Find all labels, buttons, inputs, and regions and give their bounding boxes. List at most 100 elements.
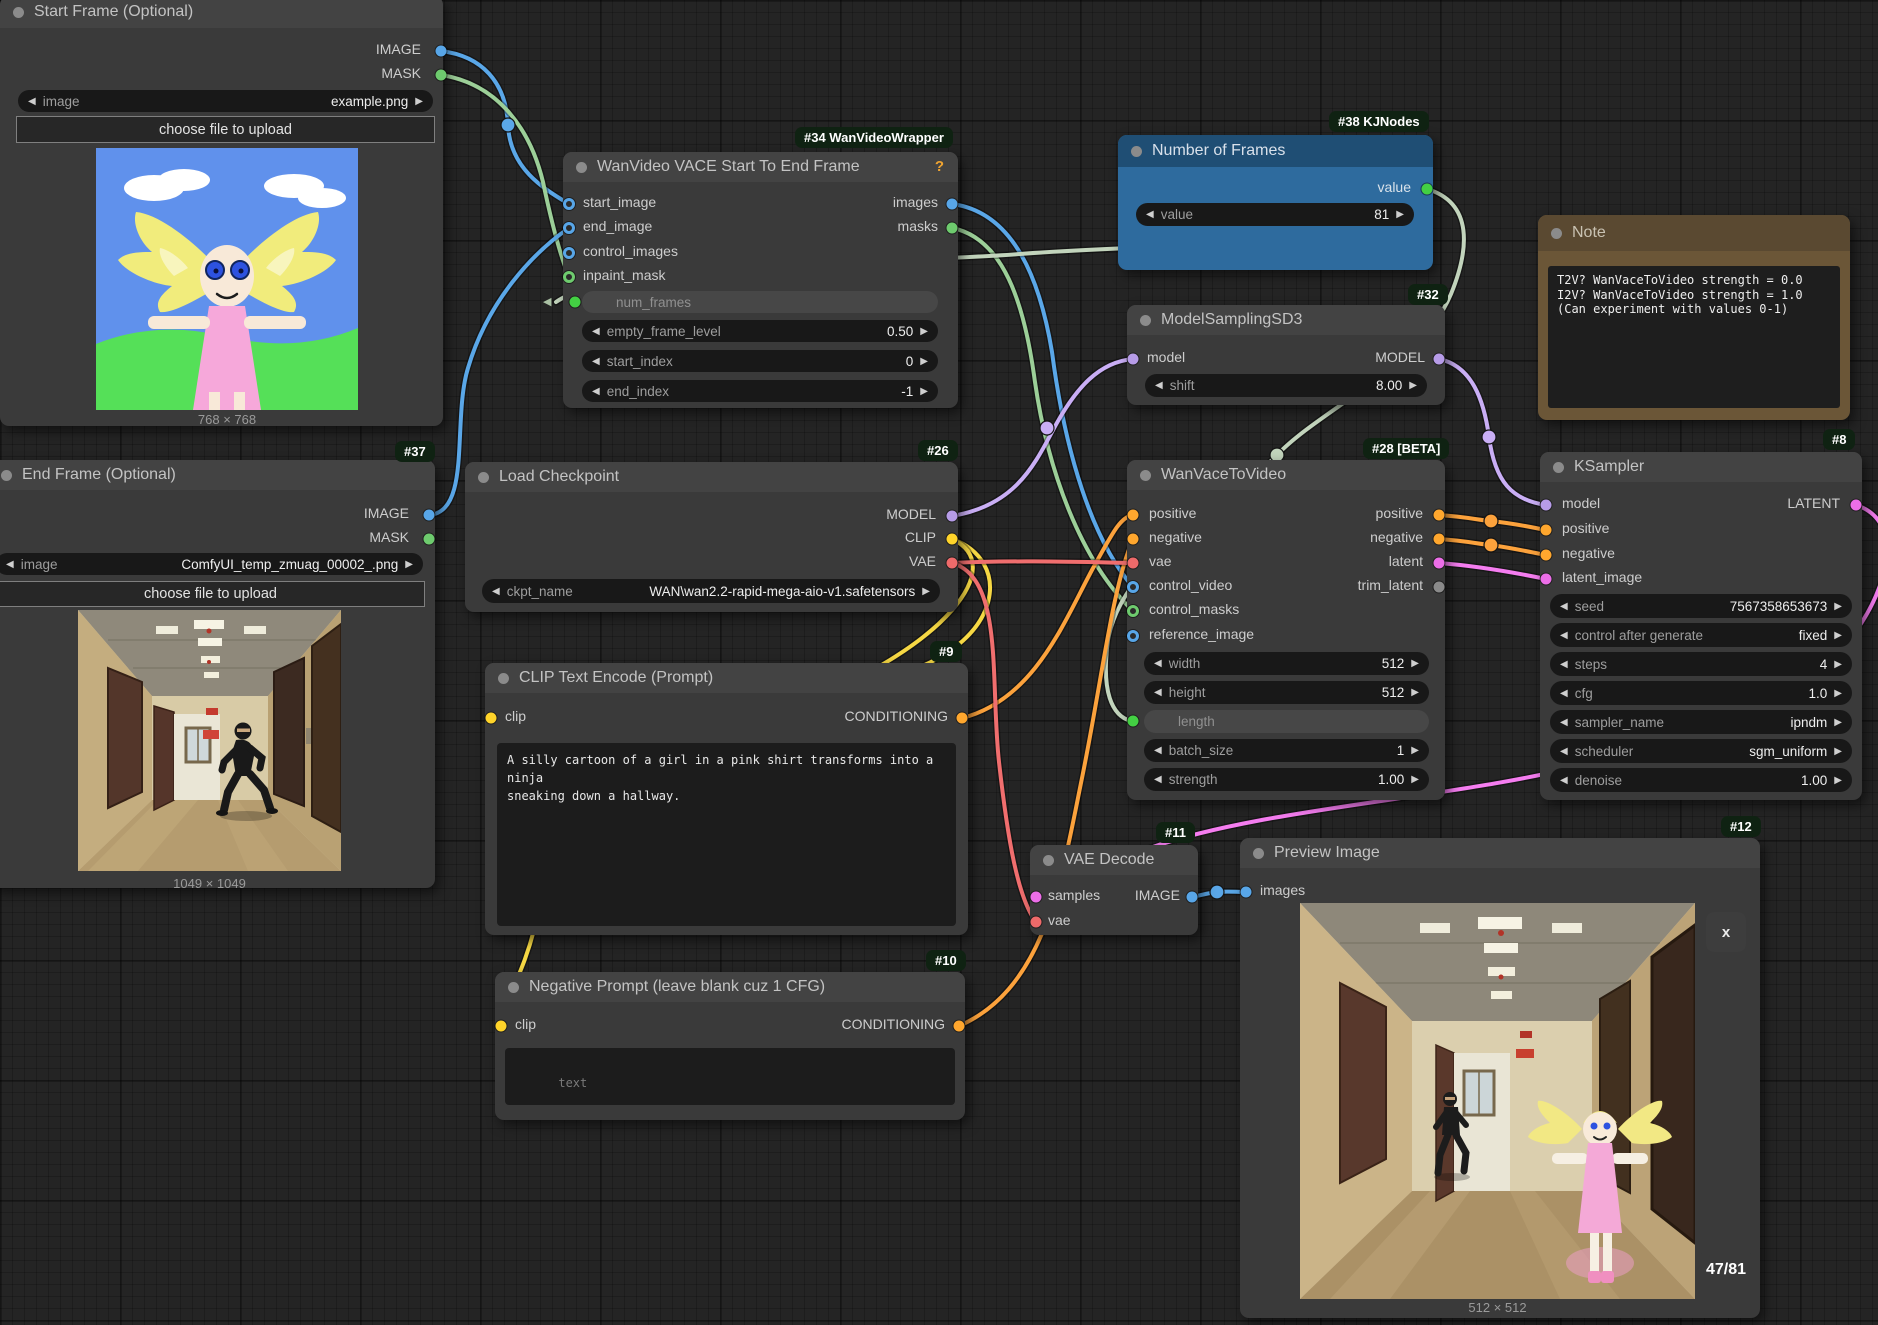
input-port-negative[interactable]: [1128, 534, 1139, 545]
node-end-frame[interactable]: End Frame (Optional) IMAGE MASK ◀ image …: [0, 460, 435, 888]
strength-widget[interactable]: ◀ strength 1.00 ▶: [1144, 768, 1429, 791]
note-text[interactable]: T2V? WanVaceToVideo strength = 0.0 I2V? …: [1548, 266, 1840, 408]
node-header[interactable]: Note: [1538, 215, 1850, 251]
num-frames-converted-widget[interactable]: num_frames: [582, 291, 938, 313]
node-load-checkpoint[interactable]: Load Checkpoint MODEL CLIP VAE ◀ ckpt_na…: [465, 462, 958, 612]
prev-arrow-icon[interactable]: ◀: [1560, 659, 1568, 670]
output-port-mask[interactable]: [436, 70, 447, 81]
node-note[interactable]: Note T2V? WanVaceToVideo strength = 0.0 …: [1538, 215, 1850, 420]
length-converted-widget[interactable]: length: [1144, 710, 1429, 733]
choose-file-button[interactable]: choose file to upload: [16, 116, 435, 143]
end-index-widget[interactable]: ◀ end_index -1 ▶: [582, 380, 938, 402]
preview-result-image[interactable]: [1300, 903, 1695, 1299]
prev-arrow-icon[interactable]: ◀: [28, 96, 36, 107]
next-arrow-icon[interactable]: ▶: [920, 326, 928, 337]
collapse-dot-icon[interactable]: [1253, 848, 1264, 859]
input-port-inpaint-mask[interactable]: [563, 271, 575, 283]
node-clip-text-encode[interactable]: CLIP Text Encode (Prompt) clip CONDITION…: [485, 663, 968, 935]
next-arrow-icon[interactable]: ▶: [1834, 775, 1842, 786]
collapse-dot-icon[interactable]: [1551, 228, 1562, 239]
output-port-trim-latent[interactable]: [1434, 582, 1445, 593]
input-port-positive[interactable]: [1541, 525, 1552, 536]
output-port-model[interactable]: [1434, 354, 1445, 365]
collapse-dot-icon[interactable]: [1131, 146, 1142, 157]
next-arrow-icon[interactable]: ▶: [920, 386, 928, 397]
reroute-dot[interactable]: [501, 118, 515, 132]
input-port-samples[interactable]: [1031, 892, 1042, 903]
cfg-widget[interactable]: ◀ cfg 1.0 ▶: [1550, 681, 1852, 705]
prev-arrow-icon[interactable]: ◀: [1154, 687, 1162, 698]
node-number-of-frames[interactable]: Number of Frames value ◀ value 81 ▶: [1118, 135, 1433, 270]
output-port-model[interactable]: [947, 511, 958, 522]
node-preview-image[interactable]: Preview Image images: [1240, 838, 1760, 1318]
collapse-dot-icon[interactable]: [1140, 470, 1151, 481]
reroute-dot[interactable]: [1482, 430, 1496, 444]
output-port-latent[interactable]: [1851, 500, 1862, 511]
collapse-dot-icon[interactable]: [1140, 315, 1151, 326]
node-vae-decode[interactable]: VAE Decode samples IMAGE vae: [1030, 845, 1198, 935]
reroute-dot[interactable]: [1210, 885, 1224, 899]
value-widget[interactable]: ◀ value 81 ▶: [1136, 203, 1414, 226]
collapse-dot-icon[interactable]: [1043, 855, 1054, 866]
input-port-reference-image[interactable]: [1127, 630, 1139, 642]
denoise-widget[interactable]: ◀ denoise 1.00 ▶: [1550, 768, 1852, 792]
next-arrow-icon[interactable]: ▶: [415, 96, 423, 107]
input-port-start-image[interactable]: [563, 198, 575, 210]
ckpt-name-widget[interactable]: ◀ ckpt_name WAN\wan2.2-rapid-mega-aio-v1…: [482, 579, 940, 603]
output-port-masks[interactable]: [947, 223, 958, 234]
reroute-dot[interactable]: [1040, 421, 1054, 435]
input-port-images[interactable]: [1241, 887, 1252, 898]
output-port-value[interactable]: [1422, 184, 1433, 195]
collapse-dot-icon[interactable]: [508, 982, 519, 993]
empty-frame-level-widget[interactable]: ◀ empty_frame_level 0.50 ▶: [582, 320, 938, 342]
input-port-control-masks[interactable]: [1127, 605, 1139, 617]
prev-arrow-icon[interactable]: ◀: [1560, 601, 1568, 612]
node-wanvace-to-video[interactable]: WanVaceToVideo positive negative vae con…: [1127, 460, 1445, 800]
input-port-model[interactable]: [1541, 500, 1552, 511]
node-header[interactable]: CLIP Text Encode (Prompt): [485, 663, 968, 693]
output-port-image[interactable]: [1187, 892, 1198, 903]
input-port-num-frames[interactable]: [570, 297, 581, 308]
comfyui-canvas[interactable]: Start Frame (Optional) IMAGE MASK ◀ imag…: [0, 0, 1878, 1325]
width-widget[interactable]: ◀ width 512 ▶: [1144, 652, 1429, 675]
output-port-images[interactable]: [947, 199, 958, 210]
node-header[interactable]: Preview Image: [1240, 838, 1760, 868]
output-port-latent[interactable]: [1434, 558, 1445, 569]
prev-arrow-icon[interactable]: ◀: [1146, 209, 1154, 220]
negative-textarea[interactable]: text: [505, 1048, 955, 1105]
next-arrow-icon[interactable]: ▶: [405, 559, 413, 570]
scheduler-widget[interactable]: ◀ scheduler sgm_uniform ▶: [1550, 739, 1852, 763]
prev-arrow-icon[interactable]: ◀: [1154, 745, 1162, 756]
prev-arrow-icon[interactable]: ◀: [492, 586, 500, 597]
next-arrow-icon[interactable]: ▶: [1411, 774, 1419, 785]
output-port-image[interactable]: [424, 510, 435, 521]
help-icon[interactable]: ?: [935, 158, 944, 175]
next-arrow-icon[interactable]: ▶: [1411, 745, 1419, 756]
node-header[interactable]: WanVaceToVideo: [1127, 460, 1445, 490]
collapse-dot-icon[interactable]: [478, 472, 489, 483]
node-wanvideo-vace[interactable]: WanVideo VACE Start To End Frame ? start…: [563, 152, 958, 408]
node-header[interactable]: ModelSamplingSD3: [1127, 305, 1445, 335]
node-model-sampling-sd3[interactable]: ModelSamplingSD3 model MODEL ◀ shift 8.0…: [1127, 305, 1445, 405]
prev-arrow-icon[interactable]: ◀: [1560, 688, 1568, 699]
output-port-image[interactable]: [436, 46, 447, 57]
collapse-dot-icon[interactable]: [498, 673, 509, 684]
next-arrow-icon[interactable]: ▶: [1834, 688, 1842, 699]
input-port-latent-image[interactable]: [1541, 574, 1552, 585]
node-header[interactable]: Number of Frames: [1118, 135, 1433, 167]
output-port-clip[interactable]: [947, 534, 958, 545]
node-header[interactable]: WanVideo VACE Start To End Frame: [563, 152, 958, 182]
collapse-dot-icon[interactable]: [576, 162, 587, 173]
output-port-mask[interactable]: [424, 534, 435, 545]
node-header[interactable]: End Frame (Optional): [0, 460, 435, 490]
next-arrow-icon[interactable]: ▶: [1834, 659, 1842, 670]
shift-widget[interactable]: ◀ shift 8.00 ▶: [1145, 374, 1427, 397]
output-port-negative[interactable]: [1434, 534, 1445, 545]
choose-file-button[interactable]: choose file to upload: [0, 581, 425, 607]
next-arrow-icon[interactable]: ▶: [1834, 746, 1842, 757]
prev-arrow-icon[interactable]: ◀: [592, 386, 600, 397]
node-start-frame[interactable]: Start Frame (Optional) IMAGE MASK ◀ imag…: [0, 0, 443, 426]
prev-arrow-icon[interactable]: ◀: [1560, 717, 1568, 728]
next-arrow-icon[interactable]: ▶: [1834, 717, 1842, 728]
reroute-dot[interactable]: [1484, 514, 1498, 528]
